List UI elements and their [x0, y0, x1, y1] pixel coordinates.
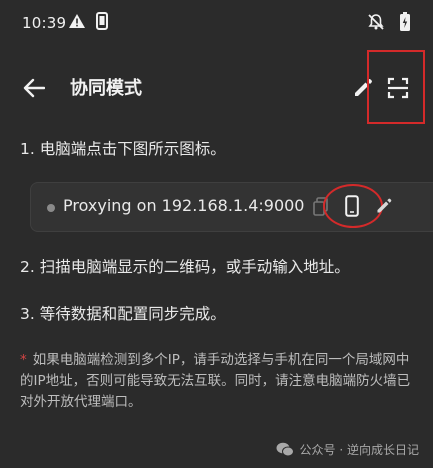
notifications-off-icon	[368, 14, 384, 30]
status-right-icons	[367, 12, 411, 32]
wechat-icon	[276, 442, 294, 457]
scan-qr-button[interactable]	[384, 74, 412, 102]
phone-icon-highlight	[323, 184, 383, 228]
watermark: 公众号 · 逆向成长日记	[276, 441, 419, 458]
note-body: 如果电脑端检测到多个IP，请手动选择与手机在同一个局域网中的IP地址，否则可能导…	[20, 352, 411, 410]
status-time: 10:39	[22, 14, 67, 32]
step-1-text: 1. 电脑端点击下图所示图标。	[20, 140, 226, 158]
note-text: * 如果电脑端检测到多个IP，请手动选择与手机在同一个局域网中的IP地址，否则可能…	[20, 350, 415, 413]
proxy-status-text: Proxying on 192.168.1.4:9000	[63, 196, 305, 215]
status-dot-icon	[47, 204, 55, 212]
step-2-text: 2. 扫描电脑端显示的二维码，或手动输入地址。	[20, 258, 350, 276]
step-3-text: 3. 等待数据和配置同步完成。	[20, 305, 226, 323]
back-button[interactable]	[20, 74, 48, 102]
page-title: 协同模式	[70, 78, 142, 99]
edit-proxy-icon[interactable]	[375, 197, 393, 215]
warning-icon	[69, 14, 85, 28]
note-asterisk: *	[20, 352, 27, 368]
watermark-text: 公众号 · 逆向成长日记	[299, 443, 419, 457]
proxy-status-bar: Proxying on 192.168.1.4:9000	[30, 182, 433, 232]
battery-icon	[400, 12, 410, 31]
arrow-left-icon	[23, 78, 45, 98]
status-bar: 10:39	[0, 0, 433, 44]
status-left-icons	[68, 12, 108, 30]
scan-icon	[387, 77, 409, 99]
phone-status-icon	[96, 12, 108, 30]
